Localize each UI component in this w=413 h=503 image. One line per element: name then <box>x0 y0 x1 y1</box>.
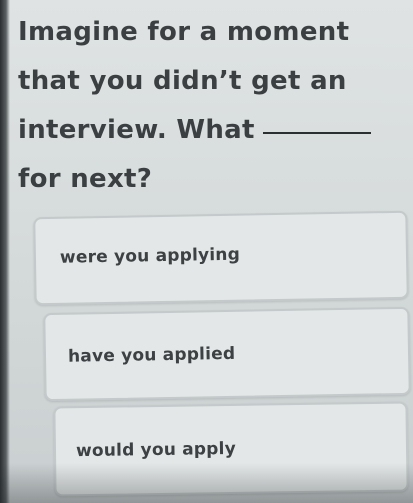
answer-option-were-you-applying[interactable]: were you applying <box>33 210 409 306</box>
answer-option-would-you-apply[interactable]: would you apply <box>53 401 409 497</box>
answer-option-have-you-applied[interactable]: have you applied <box>43 306 411 402</box>
answer-option-label: were you applying <box>59 244 241 268</box>
answer-option-label: would you apply <box>75 438 237 462</box>
question-line-2: that you didn’t get an <box>18 66 347 96</box>
screen-bezel-edge <box>0 0 10 503</box>
answer-option-label: have you applied <box>67 343 236 367</box>
question-line-4: for next? <box>18 164 153 194</box>
question-prompt: Imagine for a moment that you didn’t get… <box>18 8 398 204</box>
fill-in-blank <box>262 132 371 134</box>
question-line-3: interview. What <box>18 115 255 145</box>
question-line-1: Imagine for a moment <box>18 17 350 47</box>
